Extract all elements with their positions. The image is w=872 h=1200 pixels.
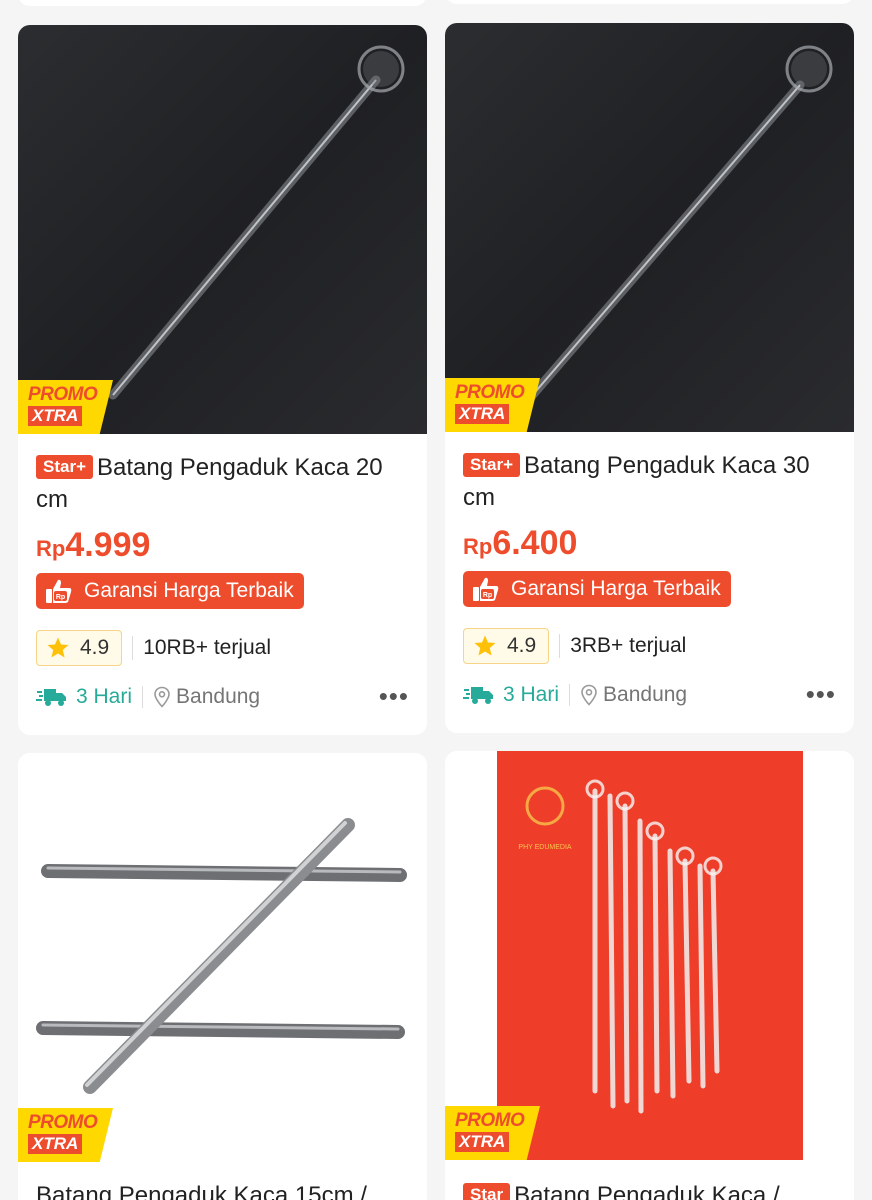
product-card[interactable]: PROMO XTRA Star+ Batang Pengaduk Kaca 30 …: [445, 23, 854, 733]
xtra-label: XTRA: [455, 404, 510, 424]
divider: [559, 634, 561, 658]
promo-label: PROMO: [28, 1112, 98, 1133]
product-card-partial-top-right[interactable]: [445, 0, 854, 4]
product-title[interactable]: Star+ Batang Pengaduk Kaca 30 cm: [463, 450, 840, 514]
price-amount: 4.999: [65, 526, 151, 564]
xtra-label: XTRA: [28, 406, 83, 426]
star-plus-badge: Star+: [463, 453, 520, 477]
product-title[interactable]: Batang Pengaduk Kaca 15cm /: [36, 1180, 367, 1200]
product-title[interactable]: Star+ Batang Pengaduk Kaca 20 cm: [36, 452, 413, 516]
seller-location: Bandung: [176, 685, 261, 708]
product-title[interactable]: Star Batang Pengaduk Kaca /: [463, 1180, 780, 1200]
svg-text:Rp: Rp: [483, 592, 492, 599]
sold-count: 3RB+ terjual: [570, 634, 687, 657]
product-price: Rp4.999: [36, 526, 413, 565]
rating-badge: 4.9: [463, 628, 550, 664]
thumbs-up-icon: Rp: [473, 577, 499, 601]
rating-value: 4.9: [80, 636, 110, 659]
rating-badge: 4.9: [36, 630, 123, 666]
product-card[interactable]: PROMO XTRA Star+ Batang Pengaduk Kaca 20 …: [18, 25, 427, 735]
promo-xtra-badge: PROMO XTRA: [18, 1108, 113, 1162]
xtra-label: XTRA: [455, 1132, 510, 1152]
thumbs-up-icon: Rp: [46, 579, 72, 603]
seller-location: Bandung: [603, 683, 688, 706]
sold-count: 10RB+ terjual: [143, 636, 272, 659]
truck-icon: [36, 689, 66, 706]
product-image[interactable]: PROMO XTRA: [445, 23, 854, 432]
svg-text:Rp: Rp: [56, 594, 65, 601]
promo-label: PROMO: [455, 382, 525, 403]
truck-icon: [463, 687, 493, 704]
location-pin-icon: [581, 684, 597, 706]
product-price: Rp6.400: [463, 524, 840, 563]
location-pin-icon: [154, 686, 170, 708]
product-image[interactable]: PROMO XTRA: [18, 753, 427, 1162]
rating-value: 4.9: [507, 634, 537, 657]
product-image[interactable]: PHY EDUMEDIA PROMO XTRA: [445, 751, 854, 1160]
product-card[interactable]: PROMO XTRA Batang Pengaduk Kaca 15cm /: [18, 753, 427, 1200]
product-title-text: Batang Pengaduk Kaca /: [514, 1182, 780, 1200]
price-guarantee-badge: Rp Garansi Harga Terbaik: [463, 571, 731, 607]
divider: [569, 684, 571, 706]
svg-text:PHY EDUMEDIA: PHY EDUMEDIA: [518, 844, 571, 851]
currency: Rp: [36, 536, 66, 561]
divider: [132, 636, 134, 660]
currency: Rp: [463, 534, 493, 559]
more-options-icon[interactable]: •••: [379, 683, 409, 709]
star-plus-badge: Star+: [36, 455, 93, 479]
promo-label: PROMO: [455, 1110, 525, 1131]
promo-xtra-badge: PROMO XTRA: [445, 378, 540, 432]
shipping-time: 3 Hari: [503, 683, 560, 706]
star-badge: Star: [463, 1183, 511, 1200]
product-card-partial-top-left[interactable]: [18, 0, 427, 6]
promo-label: PROMO: [28, 384, 98, 405]
product-card[interactable]: PHY EDUMEDIA PROMO XTRA Star Batang Penga…: [445, 751, 854, 1200]
star-icon: [47, 637, 69, 658]
promo-xtra-badge: PROMO XTRA: [18, 380, 113, 434]
promo-xtra-badge: PROMO XTRA: [445, 1106, 540, 1160]
guarantee-text: Garansi Harga Terbaik: [84, 579, 294, 602]
more-options-icon[interactable]: •••: [806, 681, 836, 707]
price-amount: 6.400: [492, 524, 578, 562]
xtra-label: XTRA: [28, 1134, 83, 1154]
shipping-time: 3 Hari: [76, 685, 133, 708]
price-guarantee-badge: Rp Garansi Harga Terbaik: [36, 573, 304, 609]
divider: [142, 686, 144, 708]
guarantee-text: Garansi Harga Terbaik: [511, 577, 721, 600]
star-icon: [474, 635, 496, 656]
product-image[interactable]: PROMO XTRA: [18, 25, 427, 434]
